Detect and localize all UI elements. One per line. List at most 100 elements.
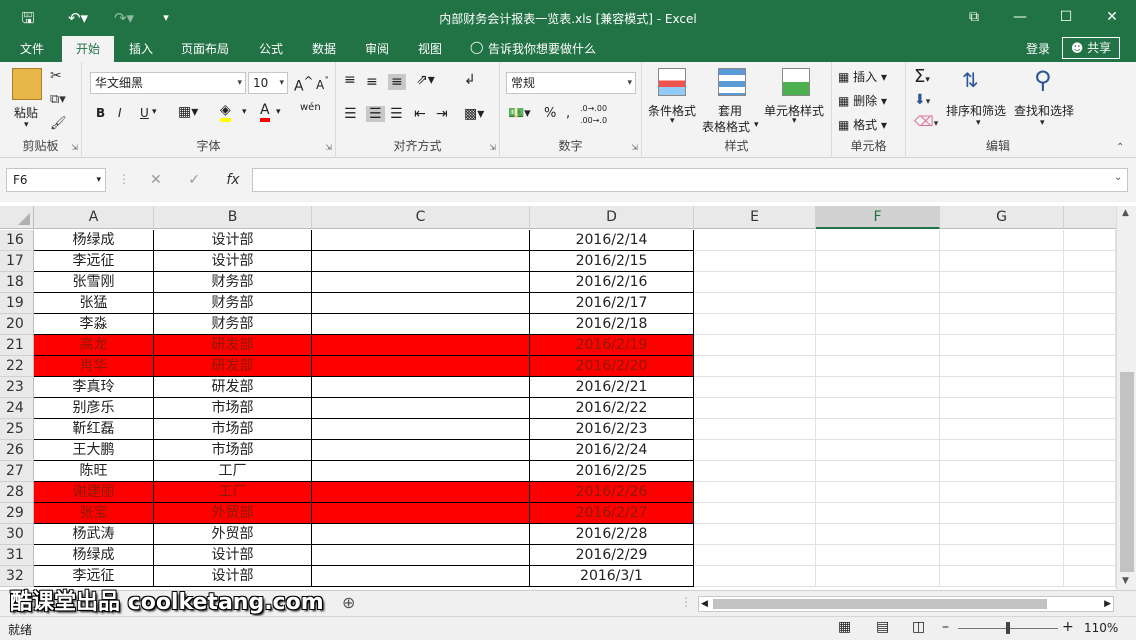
tab-view[interactable]: 视图 xyxy=(418,40,442,57)
phonetic-button[interactable]: wén xyxy=(300,102,321,113)
row-header[interactable]: 26 xyxy=(0,440,34,461)
empty-cell[interactable] xyxy=(816,272,940,293)
cell-b21[interactable]: 研发部 xyxy=(154,335,312,356)
format-as-table-icon[interactable] xyxy=(718,68,746,96)
empty-cell[interactable] xyxy=(1064,272,1116,293)
autosum-icon[interactable]: Σ▾ xyxy=(914,66,930,87)
empty-cell[interactable] xyxy=(816,335,940,356)
row-header[interactable]: 19 xyxy=(0,293,34,314)
empty-cell[interactable] xyxy=(1064,335,1116,356)
empty-cell[interactable] xyxy=(1064,440,1116,461)
empty-cell[interactable] xyxy=(816,377,940,398)
copy-icon[interactable]: ⧉▾ xyxy=(50,92,66,107)
empty-cell[interactable] xyxy=(940,524,1064,545)
zoom-level[interactable]: 110% xyxy=(1084,621,1118,635)
italic-button[interactable]: I xyxy=(118,106,122,120)
align-bottom-icon[interactable]: ≡ xyxy=(388,74,406,90)
cell-b28[interactable]: 工厂 xyxy=(154,482,312,503)
insert-function-button[interactable]: fx xyxy=(226,172,239,188)
cell-d20[interactable]: 2016/2/18 xyxy=(530,314,694,335)
empty-cell[interactable] xyxy=(816,230,940,251)
cell-a18[interactable]: 张雪刚 xyxy=(34,272,154,293)
cell-d24[interactable]: 2016/2/22 xyxy=(530,398,694,419)
table-dropdown-icon[interactable]: ▾ xyxy=(754,120,759,130)
cell-c22[interactable] xyxy=(312,356,530,377)
zoom-in-icon[interactable]: + xyxy=(1062,619,1074,635)
collapse-ribbon-icon[interactable]: ⌃ xyxy=(1116,142,1124,153)
empty-cell[interactable] xyxy=(940,566,1064,587)
empty-cell[interactable] xyxy=(940,230,1064,251)
tab-file[interactable]: 文件 xyxy=(20,40,44,57)
cell-d16[interactable]: 2016/2/14 xyxy=(530,230,694,251)
empty-cell[interactable] xyxy=(1064,566,1116,587)
wrap-text-icon[interactable]: ↲ xyxy=(464,72,476,88)
grow-font-button[interactable]: A^ xyxy=(294,74,313,95)
cell-styles-dropdown-icon[interactable]: ▾ xyxy=(792,116,797,126)
empty-cell[interactable] xyxy=(940,398,1064,419)
zoom-slider-thumb[interactable] xyxy=(1006,622,1010,634)
delete-cells-button[interactable]: ▦ 删除 ▾ xyxy=(838,92,887,109)
column-header-b[interactable]: B xyxy=(154,206,312,229)
cell-a16[interactable]: 杨绿成 xyxy=(34,230,154,251)
sort-filter-button[interactable]: 排序和筛选 xyxy=(946,102,1006,119)
empty-cell[interactable] xyxy=(940,377,1064,398)
cell-c20[interactable] xyxy=(312,314,530,335)
cell-b24[interactable]: 市场部 xyxy=(154,398,312,419)
underline-dropdown-icon[interactable]: ▾ xyxy=(152,107,157,117)
cell-b23[interactable]: 研发部 xyxy=(154,377,312,398)
row-header[interactable]: 16 xyxy=(0,230,34,251)
cell-a30[interactable]: 杨武涛 xyxy=(34,524,154,545)
empty-cell[interactable] xyxy=(1064,482,1116,503)
cell-c24[interactable] xyxy=(312,398,530,419)
sort-filter-icon[interactable]: ⇅ xyxy=(962,68,979,92)
row-header[interactable]: 17 xyxy=(0,251,34,272)
add-sheet-icon[interactable]: ⊕ xyxy=(342,593,355,612)
merge-center-icon[interactable]: ▩▾ xyxy=(464,106,484,122)
tab-split-handle[interactable]: ⋮ xyxy=(680,595,692,609)
cell-d25[interactable]: 2016/2/23 xyxy=(530,419,694,440)
empty-cell[interactable] xyxy=(694,566,816,587)
cell-d30[interactable]: 2016/2/28 xyxy=(530,524,694,545)
row-header[interactable]: 18 xyxy=(0,272,34,293)
cell-b17[interactable]: 设计部 xyxy=(154,251,312,272)
empty-cell[interactable] xyxy=(940,503,1064,524)
empty-cell[interactable] xyxy=(1064,293,1116,314)
align-left-icon[interactable]: ☰ xyxy=(344,106,357,122)
cell-b22[interactable]: 研发部 xyxy=(154,356,312,377)
empty-cell[interactable] xyxy=(694,545,816,566)
format-cells-button[interactable]: ▦ 格式 ▾ xyxy=(838,116,887,133)
expand-formula-icon[interactable]: ⌄ xyxy=(1114,172,1122,183)
empty-cell[interactable] xyxy=(1064,398,1116,419)
page-layout-view-icon[interactable]: ▤ xyxy=(876,619,889,635)
cell-a21[interactable]: 高龙 xyxy=(34,335,154,356)
empty-cell[interactable] xyxy=(694,356,816,377)
cell-d26[interactable]: 2016/2/24 xyxy=(530,440,694,461)
empty-cell[interactable] xyxy=(1064,356,1116,377)
cell-d17[interactable]: 2016/2/15 xyxy=(530,251,694,272)
cell-c32[interactable] xyxy=(312,566,530,587)
row-header[interactable]: 24 xyxy=(0,398,34,419)
cell-d32[interactable]: 2016/3/1 xyxy=(530,566,694,587)
cancel-icon[interactable]: ✕ xyxy=(150,172,162,188)
empty-cell[interactable] xyxy=(694,398,816,419)
cell-a27[interactable]: 陈旺 xyxy=(34,461,154,482)
cell-d28[interactable]: 2016/2/26 xyxy=(530,482,694,503)
paste-button[interactable]: 粘贴 xyxy=(14,104,38,121)
empty-cell[interactable] xyxy=(1064,230,1116,251)
page-break-view-icon[interactable]: ◫ xyxy=(912,619,925,635)
maximize-button[interactable]: ☐ xyxy=(1046,4,1086,30)
login-link[interactable]: 登录 xyxy=(1026,40,1050,57)
empty-cell[interactable] xyxy=(1064,524,1116,545)
drag-handle-icon[interactable]: ⋮ xyxy=(118,172,130,186)
cell-b20[interactable]: 财务部 xyxy=(154,314,312,335)
empty-cell[interactable] xyxy=(694,230,816,251)
cell-d27[interactable]: 2016/2/25 xyxy=(530,461,694,482)
number-format-select[interactable]: 常规 ▾ xyxy=(506,72,636,94)
clear-icon[interactable]: ⌫▾ xyxy=(914,114,938,130)
empty-cell[interactable] xyxy=(940,272,1064,293)
empty-cell[interactable] xyxy=(940,293,1064,314)
find-select-button[interactable]: 查找和选择 xyxy=(1014,102,1074,119)
decrease-decimal-button[interactable]: .00→.0 xyxy=(580,116,607,125)
row-header[interactable]: 28 xyxy=(0,482,34,503)
empty-cell[interactable] xyxy=(940,356,1064,377)
